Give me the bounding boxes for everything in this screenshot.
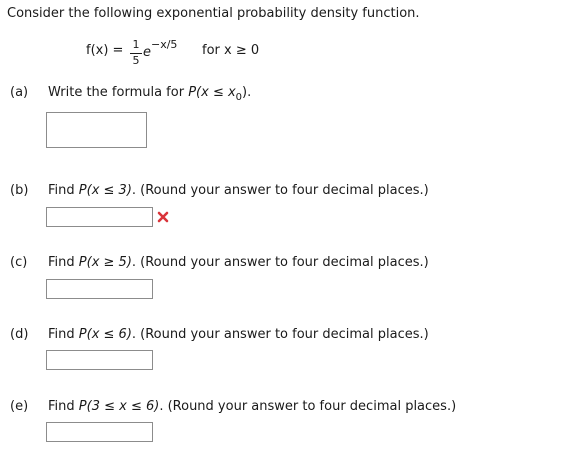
- formula-exponent: −x/5: [151, 38, 178, 51]
- formula-base: e: [143, 45, 151, 60]
- question-suffix: . (Round your answer to four decimal pla…: [159, 399, 457, 414]
- answer-input-c[interactable]: [46, 279, 153, 299]
- part-question: Find P(x ≤ 3). (Round your answer to fou…: [48, 183, 429, 198]
- formula-domain: for x ≥ 0: [202, 43, 260, 58]
- part-letter: (c): [10, 255, 28, 270]
- question-suffix: . (Round your answer to four decimal pla…: [131, 327, 429, 342]
- question-text: Write the formula for: [48, 85, 189, 100]
- part-letter: (a): [10, 85, 29, 100]
- part-question: Find P(3 ≤ x ≤ 6). (Round your answer to…: [48, 399, 456, 414]
- formula-numerator: 1: [132, 38, 140, 51]
- question-expr: P(x ≥ 5): [78, 255, 132, 270]
- answer-input-a[interactable]: [46, 112, 147, 148]
- intro-text: Consider the following exponential proba…: [7, 6, 420, 21]
- formula-lhs: f(x) =: [86, 43, 124, 58]
- answer-input-b[interactable]: [46, 207, 153, 227]
- part-letter: (b): [10, 183, 29, 198]
- part-letter: (d): [10, 327, 29, 342]
- question-suffix: . (Round your answer to four decimal pla…: [131, 183, 429, 198]
- question-expr: P(x ≤ 3): [78, 183, 132, 198]
- incorrect-x-icon: [157, 211, 169, 223]
- answer-input-e[interactable]: [46, 422, 153, 442]
- formula-denominator: 5: [132, 54, 140, 67]
- part-question: Write the formula for P(x ≤ x0).: [48, 85, 252, 103]
- question-expr: P(3 ≤ x ≤ 6): [78, 399, 160, 414]
- part-letter: (e): [10, 399, 29, 414]
- answer-input-d[interactable]: [46, 350, 153, 370]
- question-text: Find: [48, 183, 79, 198]
- part-question: Find P(x ≤ 6). (Round your answer to fou…: [48, 327, 429, 342]
- part-question: Find P(x ≥ 5). (Round your answer to fou…: [48, 255, 429, 270]
- question-expr: P(x ≤ x: [188, 85, 236, 100]
- question-text: Find: [48, 255, 79, 270]
- question-text: Find: [48, 327, 79, 342]
- question-text: Find: [48, 399, 79, 414]
- question-expr-end: ).: [242, 85, 252, 100]
- question-suffix: . (Round your answer to four decimal pla…: [131, 255, 429, 270]
- question-subscript: 0: [235, 92, 243, 103]
- question-expr: P(x ≤ 6): [78, 327, 132, 342]
